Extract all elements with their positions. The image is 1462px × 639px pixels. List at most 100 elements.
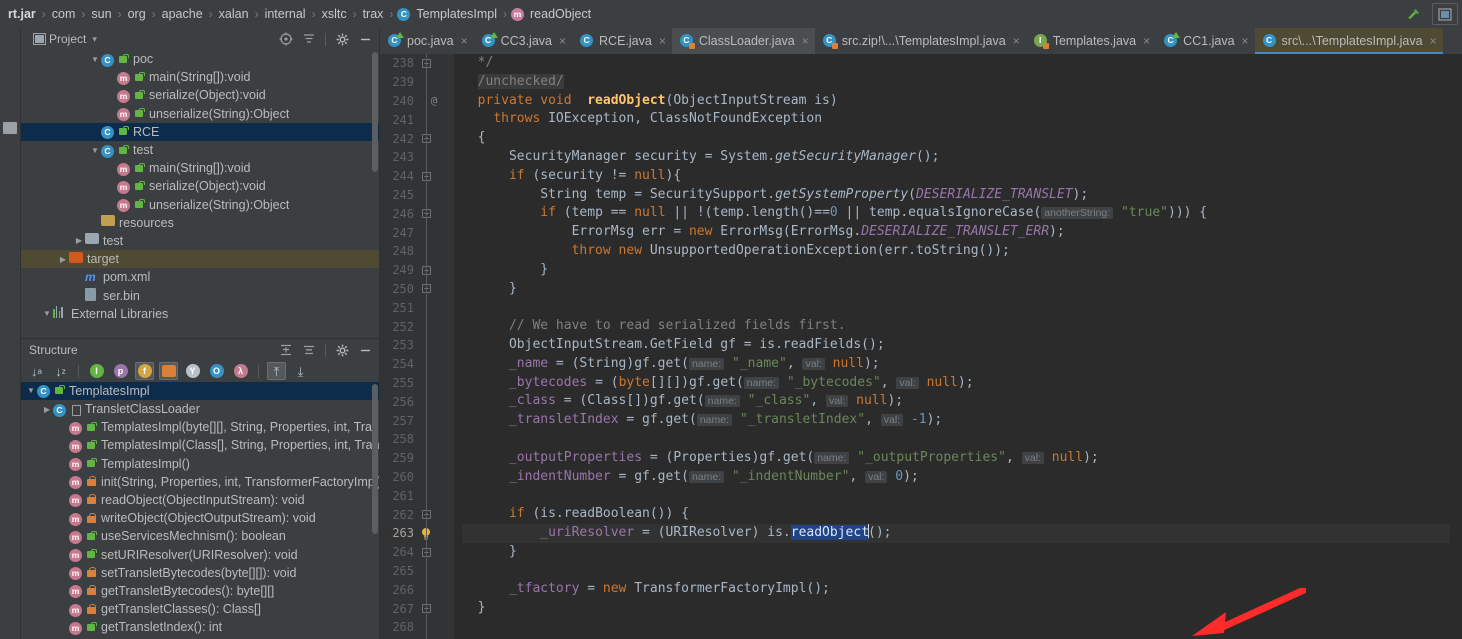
close-icon[interactable]: × [559, 34, 566, 48]
close-icon[interactable]: × [461, 34, 468, 48]
project-tree-item[interactable]: m pom.xml [21, 268, 379, 286]
code-line[interactable]: if (is.readBoolean()) { [462, 505, 1462, 524]
gutter-line[interactable]: 251 [380, 298, 454, 317]
project-tree-item[interactable]: m serialize(Object):void [21, 177, 379, 195]
show-interfaces-icon[interactable]: O [207, 362, 226, 380]
code-line[interactable]: _class = (Class[])gf.get(name: "_class",… [462, 392, 1462, 411]
gutter-line[interactable]: 248 [380, 242, 454, 261]
gutter-line[interactable]: 256 [380, 392, 454, 411]
code-line[interactable] [462, 430, 1462, 449]
gutter-line[interactable]: 241 [380, 110, 454, 129]
gutter-line[interactable]: 254 [380, 355, 454, 374]
code-line[interactable]: SecurityManager security = System.getSec… [462, 148, 1462, 167]
hammer-icon[interactable] [1400, 3, 1426, 25]
structure-tree-item[interactable]: m init(String, Properties, int, Transform… [21, 473, 379, 491]
code-line[interactable]: } [462, 261, 1462, 280]
gutter-line[interactable]: 242− [380, 129, 454, 148]
breadcrumb-item-xalan[interactable]: xalan [217, 7, 251, 21]
chevron-down-icon[interactable]: ▼ [25, 386, 37, 395]
gutter-line[interactable]: 238− [380, 54, 454, 73]
show-fields-icon[interactable]: f [135, 362, 154, 381]
window-layout-icon[interactable] [1432, 3, 1458, 25]
gutter-line[interactable]: 265 [380, 562, 454, 581]
gutter-line[interactable]: 260 [380, 468, 454, 487]
editor-tab-templates-java[interactable]: I Templates.java × [1026, 28, 1156, 54]
project-tree-item[interactable]: m main(String[]):void [21, 159, 379, 177]
editor-tab-src-templatesimpl-java[interactable]: Csrc\...\TemplatesImpl.java × [1254, 28, 1443, 54]
annotation-marker-icon[interactable]: @ [416, 94, 452, 107]
gutter-line[interactable]: 239 [380, 73, 454, 92]
chevron-right-icon[interactable]: ▶ [41, 405, 53, 414]
code-line[interactable]: */ [462, 54, 1462, 73]
chevron-down-icon[interactable]: ▼ [41, 309, 53, 318]
project-tree-item[interactable]: ser.bin [21, 286, 379, 304]
show-anonymous-icon[interactable]: Y [183, 362, 202, 380]
project-tree-item[interactable]: m unserialize(String):Object [21, 105, 379, 123]
structure-tree-item[interactable]: m useServicesMechnism(): boolean [21, 527, 379, 545]
project-tree-item[interactable]: m serialize(Object):void [21, 86, 379, 104]
project-tree-item[interactable]: ▼ External Libraries [21, 305, 379, 323]
close-icon[interactable]: × [1430, 34, 1437, 48]
close-icon[interactable]: × [659, 34, 666, 48]
chevron-down-icon[interactable]: ▼ [89, 55, 101, 64]
expand-all-icon[interactable] [276, 341, 296, 359]
code-line[interactable]: _name = (String)gf.get(name: "_name", va… [462, 355, 1462, 374]
settings-gear-icon[interactable] [332, 341, 352, 359]
structure-tree-item[interactable]: m TemplatesImpl(Class[], String, Properti… [21, 436, 379, 454]
structure-strip-icon[interactable] [3, 122, 17, 134]
breadcrumb-item-sun[interactable]: sun [89, 7, 113, 21]
target-locate-icon[interactable] [276, 30, 296, 48]
editor-tab-cc3-java[interactable]: C CC3.java × [474, 28, 572, 54]
project-tree-item[interactable]: ▶ test [21, 232, 379, 250]
gutter-line[interactable]: 255 [380, 374, 454, 393]
structure-tree-item[interactable]: m getTransletBytecodes(): byte[][] [21, 582, 379, 600]
code-line[interactable]: _uriResolver = (URIResolver) is.readObje… [462, 523, 1462, 543]
close-icon[interactable]: × [1013, 34, 1020, 48]
gutter-line[interactable]: 247 [380, 223, 454, 242]
project-tree-item[interactable]: m unserialize(String):Object [21, 196, 379, 214]
gutter-line[interactable]: 266 [380, 580, 454, 599]
code-line[interactable]: private void readObject(ObjectInputStrea… [462, 92, 1462, 111]
gutter-line[interactable]: 259 [380, 449, 454, 468]
editor-tab-classloader-java[interactable]: C ClassLoader.java × [671, 28, 815, 54]
close-icon[interactable]: × [1143, 34, 1150, 48]
hide-panel-icon[interactable] [355, 341, 375, 359]
structure-tree-item[interactable]: m setURIResolver(URIResolver): void [21, 545, 379, 563]
gutter-line[interactable]: 252 [380, 317, 454, 336]
code-line[interactable]: _transletIndex = gf.get(name: "_translet… [462, 411, 1462, 430]
code-line[interactable]: } [462, 280, 1462, 299]
gutter-line[interactable]: 267− [380, 599, 454, 618]
editor-tab-src-zip-templatesimpl-java[interactable]: Csrc.zip!\...\TemplatesImpl.java × [815, 28, 1026, 54]
code-line[interactable]: { [462, 129, 1462, 148]
breadcrumb-item-com[interactable]: com [50, 7, 78, 21]
project-tree-item[interactable]: ▶ target [21, 250, 379, 269]
code-line[interactable] [462, 298, 1462, 317]
structure-tree[interactable]: ▼ C TemplatesImpl ▶ C TransletClassLoader m Tem… [21, 381, 379, 639]
gutter-line[interactable]: 240 @ [380, 92, 454, 111]
code-content[interactable]: */ /unchecked/ private void readObject(O… [454, 54, 1462, 639]
collapse-all-icon[interactable] [299, 341, 319, 359]
collapse-all-icon[interactable] [299, 30, 319, 48]
structure-tree-item[interactable]: ▶ C TransletClassLoader [21, 400, 379, 418]
expand-all-tree-icon[interactable]: ⤒ [267, 362, 286, 381]
collapse-all-tree-icon[interactable]: ⤓ [291, 362, 310, 380]
breadcrumb-item-trax[interactable]: trax [361, 7, 386, 21]
project-tree-scrollbar[interactable] [372, 52, 378, 172]
structure-tree-item[interactable]: m TemplatesImpl(byte[][], String, Propert… [21, 418, 379, 436]
structure-tree-item[interactable]: m readObject(ObjectInputStream): void [21, 491, 379, 509]
project-tree-item[interactable]: ▼ Ctest [21, 141, 379, 159]
editor-tab-poc-java[interactable]: Cpoc.java × [380, 28, 474, 54]
code-line[interactable]: // We have to read serialized fields fir… [462, 317, 1462, 336]
code-line[interactable]: throws IOException, ClassNotFoundExcepti… [462, 110, 1462, 129]
hide-panel-icon[interactable] [355, 30, 375, 48]
chevron-down-icon[interactable]: ▼ [89, 146, 101, 155]
code-line[interactable]: String temp = SecuritySupport.getSystemP… [462, 186, 1462, 205]
breadcrumb-item-readobject[interactable]: m readObject [511, 7, 593, 21]
code-line[interactable]: ErrorMsg err = new ErrorMsg(ErrorMsg.DES… [462, 223, 1462, 242]
project-tree-item[interactable]: resources [21, 214, 379, 232]
code-line[interactable]: _indentNumber = gf.get(name: "_indentNum… [462, 468, 1462, 487]
code-line[interactable] [462, 618, 1462, 637]
structure-tree-item[interactable]: m TemplatesImpl() [21, 455, 379, 473]
breadcrumb-item-templatesimpl[interactable]: C TemplatesImpl [397, 7, 499, 21]
chevron-right-icon[interactable]: ▶ [57, 255, 69, 264]
